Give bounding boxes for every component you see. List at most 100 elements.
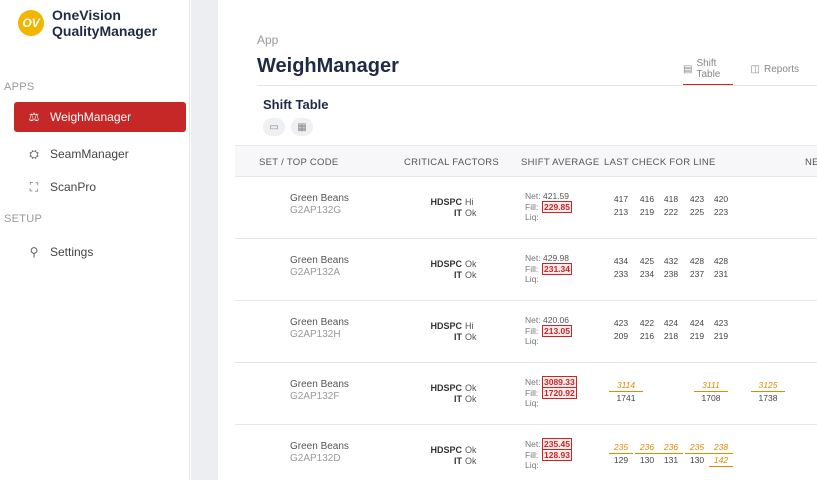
shift-average-cell: Net: 235.45 Fill: 128.93 Liq: xyxy=(525,438,572,471)
sidebar-item-label: WeighManager xyxy=(50,110,132,124)
check-fill-value[interactable]: 219 xyxy=(685,331,709,342)
factor-label: IT xyxy=(454,394,462,404)
check-net-value[interactable]: 420 xyxy=(709,194,733,205)
seam-icon: ⛭ xyxy=(29,146,39,161)
check-fill-value[interactable]: 213 xyxy=(609,207,633,218)
check-fill-value[interactable]: 1738 xyxy=(751,393,785,404)
check-fill-value[interactable]: 131 xyxy=(659,455,683,466)
liq-label: Liq: xyxy=(525,274,539,285)
check-net-value[interactable]: 424 xyxy=(685,318,709,329)
column-header-2[interactable]: SHIFT AVERAGE xyxy=(521,157,600,168)
check-fill-value[interactable]: 130 xyxy=(635,455,659,466)
check-net-value[interactable]: 428 xyxy=(685,256,709,267)
it-factor: IT Ok xyxy=(430,394,477,405)
app-logo[interactable]: OV OneVision QualityManager xyxy=(18,7,157,39)
product-name: Green Beans xyxy=(290,317,349,328)
table-row[interactable]: Green Beans G2AP132G HDSPC Hi IT Ok Net: 421.59… xyxy=(235,177,817,239)
check-fill-value[interactable]: 233 xyxy=(609,269,633,280)
fill-value: 229.85 xyxy=(542,200,572,213)
factor-label: IT xyxy=(454,270,462,280)
check-fill-value[interactable]: 1741 xyxy=(609,393,643,404)
check-net-value[interactable]: 3111 xyxy=(694,380,728,392)
sidebar-item-scanpro[interactable]: ⛶ ScanPro xyxy=(14,172,186,202)
sidebar-item-seammanager[interactable]: ⛭ SeamManager xyxy=(14,139,186,169)
top-code: G2AP132A xyxy=(290,267,341,278)
check-fill-value[interactable]: 130 xyxy=(685,455,709,466)
table-row[interactable]: Green Beans G2AP132H HDSPC Hi IT Ok Net: 420.06… xyxy=(235,301,817,363)
check-net-value[interactable]: 235 xyxy=(609,442,633,454)
product-name: Green Beans xyxy=(290,379,349,390)
sidebar-gutter xyxy=(191,0,218,480)
sidebar-item-weighmanager[interactable]: ⚖ WeighManager xyxy=(14,102,186,132)
fill-line: Fill: 213.05 xyxy=(525,324,572,337)
check-net-value[interactable]: 235 xyxy=(685,442,709,454)
check-net-value[interactable]: 3125 xyxy=(751,380,785,392)
check-net-value[interactable]: 238 xyxy=(709,442,733,454)
check-net-value[interactable]: 417 xyxy=(609,194,633,205)
check-net-value[interactable]: 425 xyxy=(635,256,659,267)
check-fill-value[interactable]: 231 xyxy=(709,269,733,280)
factor-label: IT xyxy=(454,456,462,466)
tab-reports[interactable]: ◫ Reports xyxy=(751,58,799,85)
check-fill-value[interactable]: 142 xyxy=(709,455,733,467)
reports-icon: ◫ xyxy=(750,64,760,75)
check-net-value[interactable]: 434 xyxy=(609,256,633,267)
card-view-button[interactable]: ▭ xyxy=(263,118,285,136)
factor-label: HDSPC xyxy=(430,383,462,393)
check-fill-value[interactable]: 234 xyxy=(635,269,659,280)
check-fill-value[interactable]: 1708 xyxy=(694,393,728,404)
net-label: Net: xyxy=(525,377,541,388)
check-fill-value[interactable]: 225 xyxy=(685,207,709,218)
liq-label: Liq: xyxy=(525,336,539,347)
check-net-value[interactable]: 418 xyxy=(659,194,683,205)
set-code-cell: Green Beans G2AP132G xyxy=(290,193,349,217)
sidebar-item-settings[interactable]: ⚲ Settings xyxy=(14,237,186,267)
check-fill-value[interactable]: 238 xyxy=(659,269,683,280)
check-net-value[interactable]: 236 xyxy=(635,442,659,454)
liq-label: Liq: xyxy=(525,398,539,409)
check-net-value[interactable]: 428 xyxy=(709,256,733,267)
check-net-value[interactable]: 416 xyxy=(635,194,659,205)
product-name: Green Beans xyxy=(290,255,349,266)
check-fill-value[interactable]: 129 xyxy=(609,455,633,466)
check-net-value[interactable]: 236 xyxy=(659,442,683,454)
factor-value: Ok xyxy=(465,259,477,269)
product-name: Green Beans xyxy=(290,441,349,452)
check-net-value[interactable]: 3114 xyxy=(609,380,643,392)
check-fill-value[interactable]: 219 xyxy=(709,331,733,342)
column-header-0[interactable]: SET / TOP CODE xyxy=(259,157,339,168)
check-net-value[interactable]: 424 xyxy=(659,318,683,329)
column-header-3[interactable]: LAST CHECK FOR LINE xyxy=(604,157,716,168)
check-fill-value[interactable]: 219 xyxy=(635,207,659,218)
check-fill-value[interactable]: 223 xyxy=(709,207,733,218)
check-fill-value[interactable]: 209 xyxy=(609,331,633,342)
tab-shift-table[interactable]: ▤ Shift Table xyxy=(683,58,733,85)
check-net-value[interactable]: 423 xyxy=(709,318,733,329)
factor-value: Ok xyxy=(465,208,477,218)
fill-label: Fill: xyxy=(525,449,539,460)
check-net-value[interactable]: 422 xyxy=(635,318,659,329)
shift-average-cell: Net: 421.59 Fill: 229.85 Liq: xyxy=(525,191,572,223)
table-row[interactable]: Green Beans G2AP132D HDSPC Ok IT Ok Net: 235.45… xyxy=(235,425,817,480)
table-row[interactable]: Green Beans G2AP132A HDSPC Ok IT Ok Net: 429.98… xyxy=(235,239,817,301)
column-header-4[interactable]: NEXT xyxy=(805,157,817,168)
net-value: 420.06 xyxy=(543,315,569,326)
set-code-cell: Green Beans G2AP132F xyxy=(290,379,349,403)
set-code-cell: Green Beans G2AP132H xyxy=(290,317,349,341)
shift-table: SET / TOP CODE CRITICAL FACTORS SHIFT AVER… xyxy=(235,145,817,480)
check-net-value[interactable]: 432 xyxy=(659,256,683,267)
check-fill-value[interactable]: 218 xyxy=(659,331,683,342)
scan-icon: ⛶ xyxy=(29,179,39,194)
breadcrumb[interactable]: App xyxy=(257,33,278,47)
check-net-value[interactable]: 423 xyxy=(685,194,709,205)
critical-factors-cell: HDSPC Ok IT Ok xyxy=(430,445,476,467)
check-fill-value[interactable]: 237 xyxy=(685,269,709,280)
table-row[interactable]: Green Beans G2AP132F HDSPC Ok IT Ok Net: 3089.3… xyxy=(235,363,817,425)
check-fill-value[interactable]: 216 xyxy=(635,331,659,342)
check-fill-value[interactable]: 222 xyxy=(659,207,683,218)
onevision-logo-icon: OV xyxy=(18,10,44,36)
calendar-button[interactable]: ▦ xyxy=(291,118,313,136)
check-net-value[interactable]: 423 xyxy=(609,318,633,329)
column-header-1[interactable]: CRITICAL FACTORS xyxy=(404,157,499,168)
factor-label: HDSPC xyxy=(430,445,462,455)
